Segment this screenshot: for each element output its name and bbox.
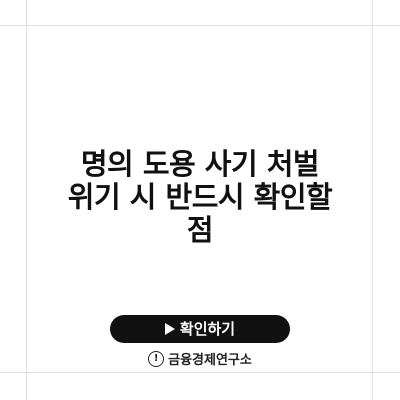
- title-line-2: 위기 시 반드시 확인할: [67, 180, 333, 214]
- confirm-button-label: 확인하기: [179, 320, 236, 338]
- frame-line-bottom: [0, 372, 400, 373]
- frame-line-top: [0, 25, 400, 26]
- title-line-1: 명의 도용 사기 처벌: [80, 147, 320, 181]
- play-icon: [164, 323, 175, 335]
- confirm-button[interactable]: 확인하기: [110, 315, 290, 343]
- frame-line-right: [372, 0, 373, 400]
- page-title: 명의 도용 사기 처벌 위기 시 반드시 확인할 점: [40, 148, 360, 247]
- warning-icon: !: [148, 350, 165, 367]
- source-credit: ! 금융경제연구소: [0, 349, 400, 368]
- thumbnail-card: 명의 도용 사기 처벌 위기 시 반드시 확인할 점 확인하기 ! 금융경제연구…: [0, 0, 400, 400]
- frame-line-left: [26, 0, 27, 400]
- source-label: 금융경제연구소: [168, 353, 252, 368]
- title-line-3: 점: [186, 213, 214, 247]
